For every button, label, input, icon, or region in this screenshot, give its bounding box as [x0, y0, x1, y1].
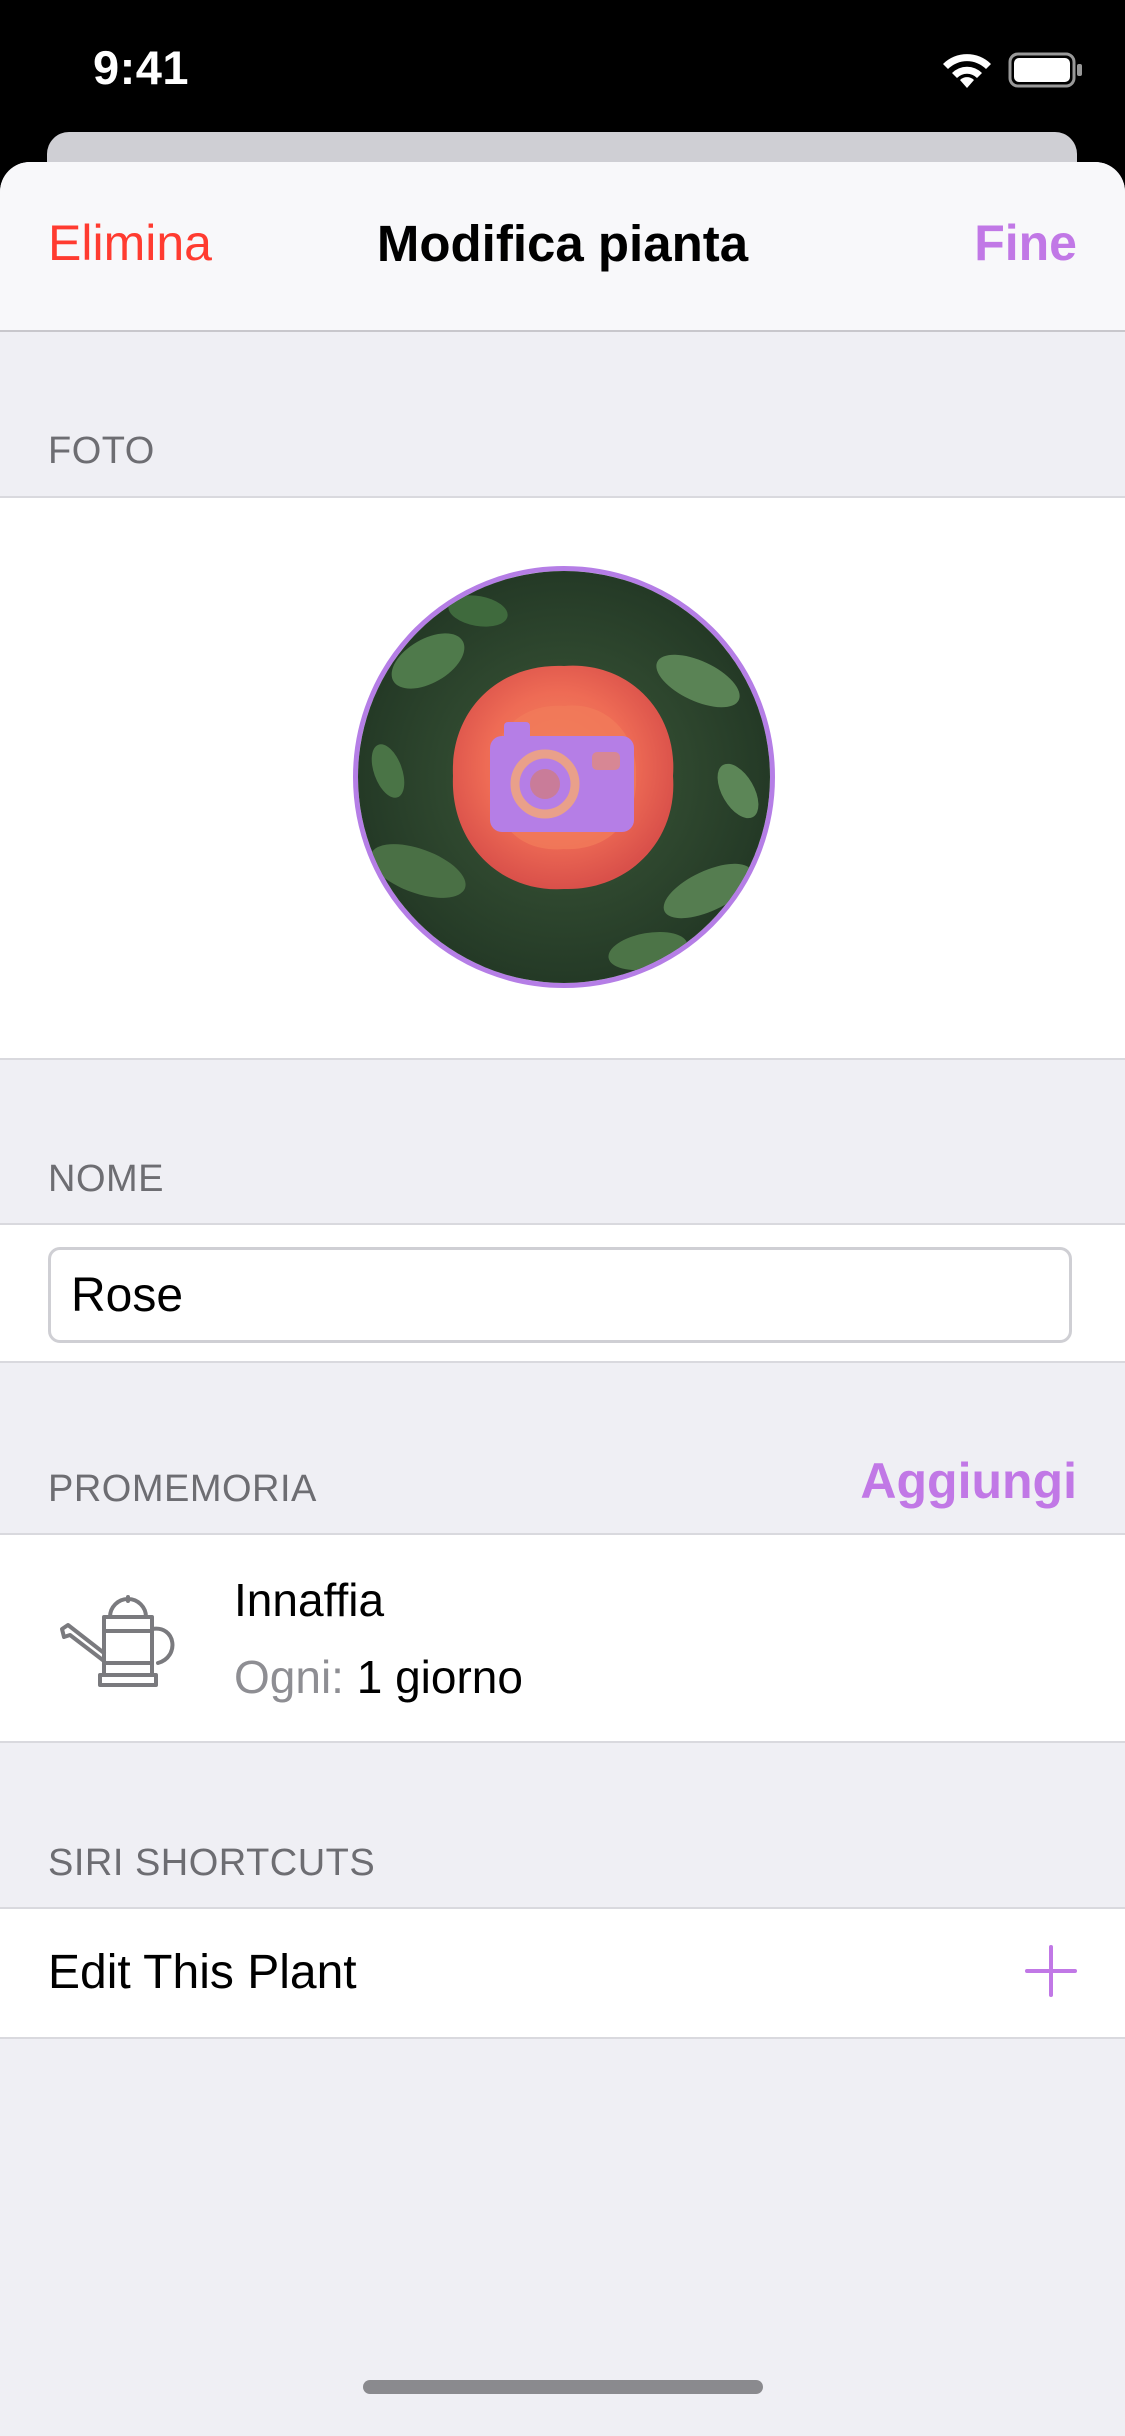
- plus-icon[interactable]: [1025, 1945, 1077, 1997]
- camera-icon[interactable]: [490, 722, 634, 832]
- section-header-siri: SIRI SHORTCUTS: [48, 1842, 376, 1884]
- section-header-reminders: PROMEMORIA: [48, 1468, 317, 1510]
- section-header-photo: FOTO: [48, 430, 155, 472]
- reminder-frequency: Ogni: 1 giorno: [234, 1650, 523, 1704]
- status-bar: 9:41: [0, 0, 1125, 140]
- edit-plant-sheet: Elimina Modifica pianta Fine FOTO NOME R…: [0, 162, 1125, 2436]
- done-button[interactable]: Fine: [974, 214, 1077, 272]
- section-header-name: NOME: [48, 1158, 164, 1200]
- battery-icon: [1008, 52, 1082, 88]
- add-reminder-button[interactable]: Aggiungi: [860, 1452, 1077, 1510]
- navigation-bar: Elimina Modifica pianta Fine: [0, 162, 1125, 332]
- home-indicator[interactable]: [363, 2380, 763, 2394]
- plant-name-input[interactable]: [48, 1247, 1072, 1343]
- frequency-value: 1 giorno: [356, 1651, 523, 1703]
- frequency-prefix: Ogni:: [234, 1651, 344, 1703]
- name-cell: [0, 1223, 1125, 1363]
- wifi-icon: [943, 54, 991, 88]
- status-time: 9:41: [93, 41, 190, 94]
- delete-button[interactable]: Elimina: [48, 214, 212, 272]
- siri-shortcut-row[interactable]: Edit This Plant: [0, 1907, 1125, 2039]
- reminder-title: Innaffia: [234, 1574, 385, 1626]
- siri-shortcut-label: Edit This Plant: [48, 1946, 357, 1999]
- reminder-row[interactable]: Innaffia Ogni: 1 giorno: [0, 1533, 1125, 1743]
- watering-can-icon: [60, 1595, 175, 1687]
